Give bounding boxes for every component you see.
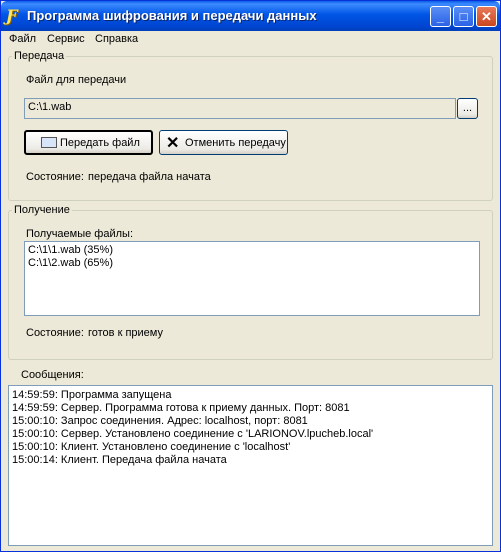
- send-status-label: Состояние:: [26, 171, 84, 183]
- send-status-value: передача файла начата: [88, 171, 211, 183]
- window-title: Программа шифрования и передачи данных: [27, 8, 317, 23]
- send-file-button[interactable]: Передать файл: [24, 130, 153, 155]
- list-item[interactable]: C:\1\1.wab (35%): [25, 244, 479, 257]
- send-icon: [41, 137, 57, 148]
- messages-log[interactable]: 14:59:59: Программа запущена 14:59:59: С…: [8, 385, 493, 546]
- close-button[interactable]: ✕: [476, 6, 497, 27]
- app-icon[interactable]: Ƒ: [6, 7, 22, 25]
- receiving-files-label: Получаемые файлы:: [26, 228, 134, 240]
- cancel-x-icon: ✕: [166, 135, 180, 152]
- main-window: Ƒ Программа шифрования и передачи данных…: [0, 0, 501, 552]
- message-line: 15:00:10: Сервер. Установлено соединение…: [12, 428, 374, 440]
- receive-status-value: готов к приему: [88, 327, 163, 339]
- title-bar[interactable]: Ƒ Программа шифрования и передачи данных…: [1, 1, 500, 31]
- cancel-transfer-button-label: Отменить передачу: [185, 137, 286, 149]
- receive-group-caption: Получение: [12, 204, 72, 216]
- message-line: 14:59:59: Программа запущена: [12, 389, 172, 401]
- message-line: 14:59:59: Сервер. Программа готова к при…: [12, 402, 350, 414]
- message-line: 15:00:14: Клиент. Передача файла начата: [12, 454, 227, 466]
- cancel-transfer-button[interactable]: ✕ Отменить передачу: [159, 130, 288, 155]
- menu-help[interactable]: Справка: [95, 33, 138, 45]
- maximize-button[interactable]: □: [453, 6, 474, 27]
- file-path-field[interactable]: C:\1.wab: [24, 98, 456, 119]
- messages-label: Сообщения:: [21, 369, 84, 381]
- menu-file[interactable]: Файл: [9, 33, 36, 45]
- receiving-files-list[interactable]: C:\1\1.wab (35%) C:\1\2.wab (65%): [24, 241, 480, 316]
- browse-button[interactable]: ...: [457, 98, 478, 119]
- message-line: 15:00:10: Клиент. Установлено соединение…: [12, 441, 291, 453]
- list-item[interactable]: C:\1\2.wab (65%): [25, 257, 479, 270]
- send-file-button-label: Передать файл: [60, 137, 140, 149]
- message-line: 15:00:10: Запрос соединения. Адрес: loca…: [12, 415, 308, 427]
- minimize-button[interactable]: _: [430, 6, 451, 27]
- receive-status-label: Состояние:: [26, 327, 84, 339]
- menu-service[interactable]: Сервис: [47, 33, 85, 45]
- send-group-caption: Передача: [12, 50, 67, 62]
- file-to-send-label: Файл для передачи: [26, 74, 127, 86]
- menu-bar: Файл Сервис Справка: [1, 31, 500, 49]
